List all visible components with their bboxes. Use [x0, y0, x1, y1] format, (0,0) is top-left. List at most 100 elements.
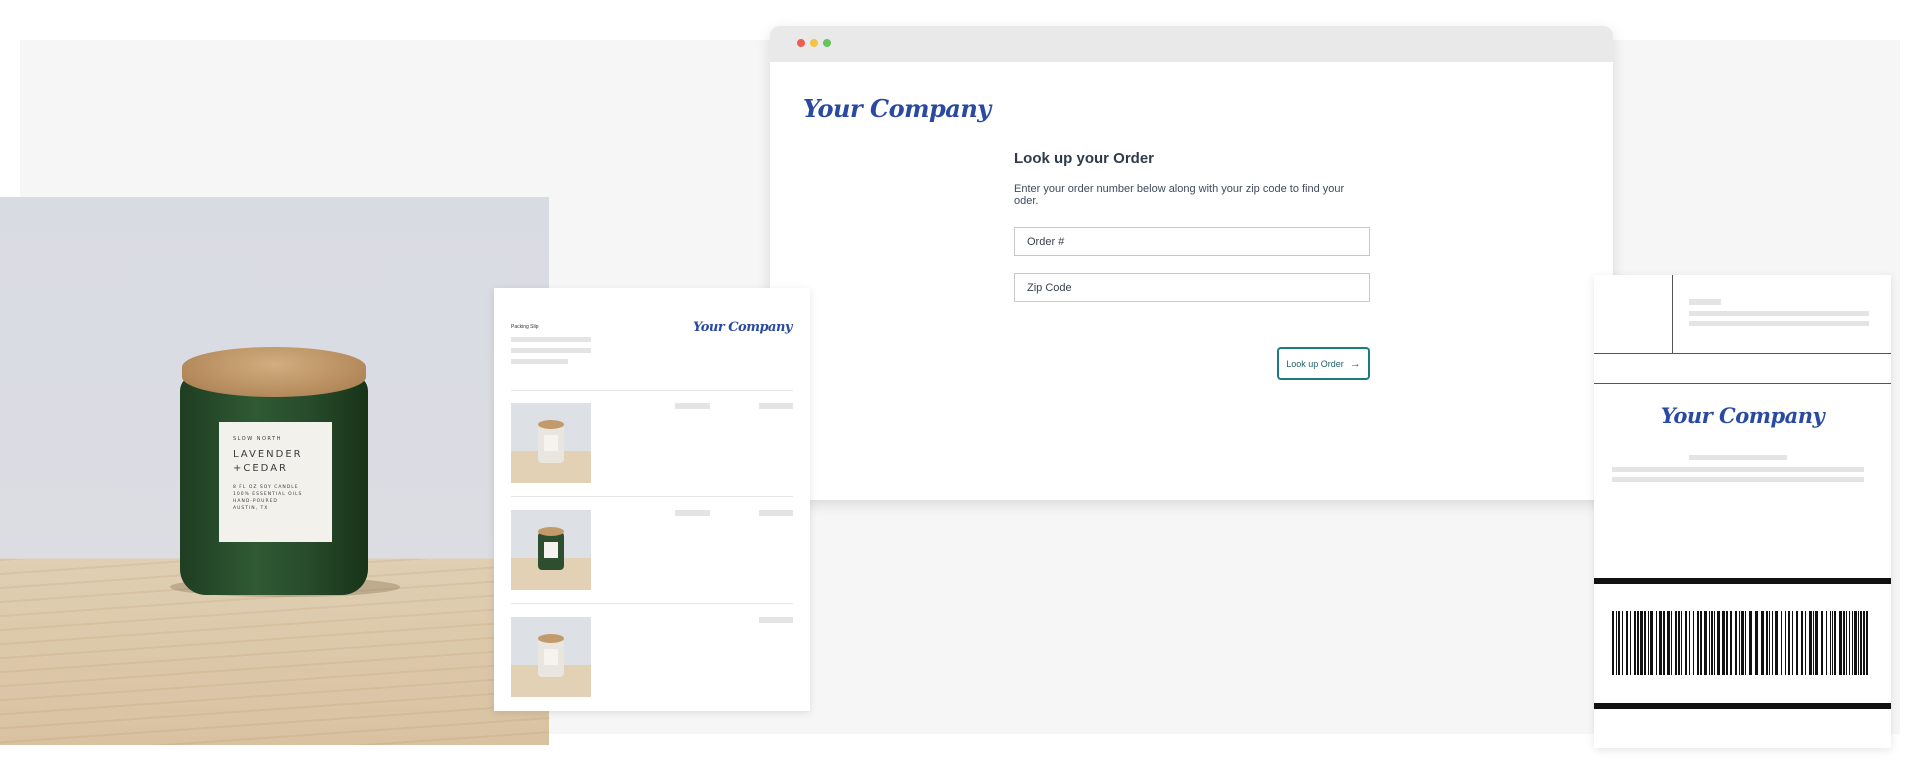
- page-title: Look up your Order: [1014, 150, 1155, 167]
- barcode-bar: [1761, 611, 1764, 675]
- address-placeholder-line: [1689, 299, 1721, 305]
- address-placeholder-line: [1689, 311, 1869, 316]
- barcode-bar: [1852, 611, 1853, 675]
- label-divider: [1594, 353, 1891, 354]
- look-up-order-button[interactable]: Look up Order →: [1277, 347, 1370, 380]
- barcode-bar: [1616, 611, 1617, 675]
- barcode-bar: [1667, 611, 1670, 675]
- thumb-lid: [538, 634, 564, 643]
- barcode-bar: [1781, 611, 1782, 675]
- address-placeholder-line: [511, 337, 591, 342]
- item-thumbnail: [511, 403, 591, 483]
- packing-slip: Packing Slip Your Company: [494, 288, 810, 711]
- barcode-bar: [1796, 611, 1798, 675]
- barcode: [1612, 611, 1868, 675]
- order-number-input[interactable]: [1014, 227, 1370, 256]
- barcode-bar: [1675, 611, 1677, 675]
- barcode-bar: [1681, 611, 1682, 675]
- barcode-bar: [1622, 611, 1623, 675]
- address-placeholder-line: [1689, 455, 1787, 460]
- product-photo: SLOW NORTH LAVENDER +CEDAR 8 FL OZ SOY C…: [0, 197, 549, 745]
- label-divider-vertical: [1672, 275, 1673, 353]
- barcode-bar: [1785, 611, 1786, 675]
- barcode-bar: [1671, 611, 1672, 675]
- barcode-bar: [1801, 611, 1803, 675]
- barcode-bar: [1648, 611, 1649, 675]
- minimize-window-dot[interactable]: [810, 39, 818, 47]
- close-window-dot[interactable]: [797, 39, 805, 47]
- barcode-bar: [1730, 611, 1732, 675]
- item-thumbnail: [511, 617, 591, 697]
- barcode-bar: [1849, 611, 1850, 675]
- barcode-bar: [1815, 611, 1818, 675]
- item-placeholder: [759, 617, 793, 623]
- barcode-bar: [1863, 611, 1865, 675]
- barcode-bar: [1843, 611, 1845, 675]
- thumb-label: [544, 435, 558, 451]
- maximize-window-dot[interactable]: [823, 39, 831, 47]
- barcode-bar: [1650, 611, 1653, 675]
- barcode-bar: [1637, 611, 1639, 675]
- browser-title-bar: [770, 26, 1613, 62]
- barcode-bar: [1858, 611, 1859, 675]
- label-detail-2: 100% ESSENTIAL OILS: [233, 492, 303, 497]
- thumb-lid: [538, 527, 564, 536]
- barcode-bar: [1722, 611, 1725, 675]
- label-brand: SLOW NORTH: [233, 436, 282, 442]
- item-placeholder: [675, 510, 710, 516]
- barcode-bar: [1659, 611, 1662, 675]
- barcode-bar: [1805, 611, 1806, 675]
- address-placeholder-line: [1612, 477, 1864, 482]
- company-logo: Your Company: [803, 94, 991, 123]
- barcode-bar: [1866, 611, 1868, 675]
- barcode-bar: [1700, 611, 1702, 675]
- barcode-bar: [1846, 611, 1847, 675]
- barcode-bar: [1860, 611, 1862, 675]
- barcode-bar: [1618, 611, 1620, 675]
- barcode-bar: [1640, 611, 1643, 675]
- barcode-bar: [1769, 611, 1770, 675]
- barcode-bar: [1612, 611, 1614, 675]
- barcode-bar: [1656, 611, 1657, 675]
- barcode-bar: [1644, 611, 1646, 675]
- barcode-bar: [1630, 611, 1631, 675]
- barcode-bar: [1739, 611, 1740, 675]
- slip-divider: [511, 390, 793, 391]
- barcode-bar: [1697, 611, 1699, 675]
- barcode-bar: [1689, 611, 1690, 675]
- label-detail-1: 8 FL OZ SOY CANDLE: [233, 485, 299, 490]
- thumb-label: [544, 542, 558, 558]
- item-placeholder: [675, 403, 710, 409]
- barcode-bar: [1788, 611, 1790, 675]
- item-thumbnail: [511, 510, 591, 590]
- label-thick-rule: [1594, 578, 1891, 584]
- barcode-bar: [1809, 611, 1812, 675]
- barcode-bar: [1832, 611, 1833, 675]
- thumb-label: [544, 649, 558, 665]
- address-placeholder-line: [1612, 467, 1864, 472]
- candle-label: SLOW NORTH LAVENDER +CEDAR 8 FL OZ SOY C…: [219, 422, 332, 542]
- shipping-label-logo: Your Company: [1660, 403, 1825, 428]
- label-thick-rule: [1594, 703, 1891, 709]
- barcode-bar: [1685, 611, 1687, 675]
- address-placeholder-line: [1689, 321, 1869, 326]
- barcode-bar: [1775, 611, 1778, 675]
- barcode-bar: [1726, 611, 1728, 675]
- barcode-bar: [1711, 611, 1713, 675]
- form-description: Enter your order number below along with…: [1014, 183, 1345, 207]
- zip-code-input[interactable]: [1014, 273, 1370, 302]
- barcode-bar: [1839, 611, 1842, 675]
- slip-divider: [511, 603, 793, 604]
- label-name-line-2: +CEDAR: [233, 463, 288, 474]
- packing-slip-logo: Your Company: [693, 320, 792, 335]
- barcode-bar: [1854, 611, 1857, 675]
- barcode-bar: [1717, 611, 1720, 675]
- packing-slip-title: Packing Slip: [511, 324, 539, 330]
- barcode-bar: [1663, 611, 1665, 675]
- barcode-bar: [1741, 611, 1744, 675]
- barcode-bar: [1714, 611, 1715, 675]
- barcode-bar: [1735, 611, 1737, 675]
- item-placeholder: [759, 510, 793, 516]
- cork-lid: [182, 347, 366, 397]
- order-lookup-form: Look up your Order Enter your order numb…: [1014, 150, 1370, 302]
